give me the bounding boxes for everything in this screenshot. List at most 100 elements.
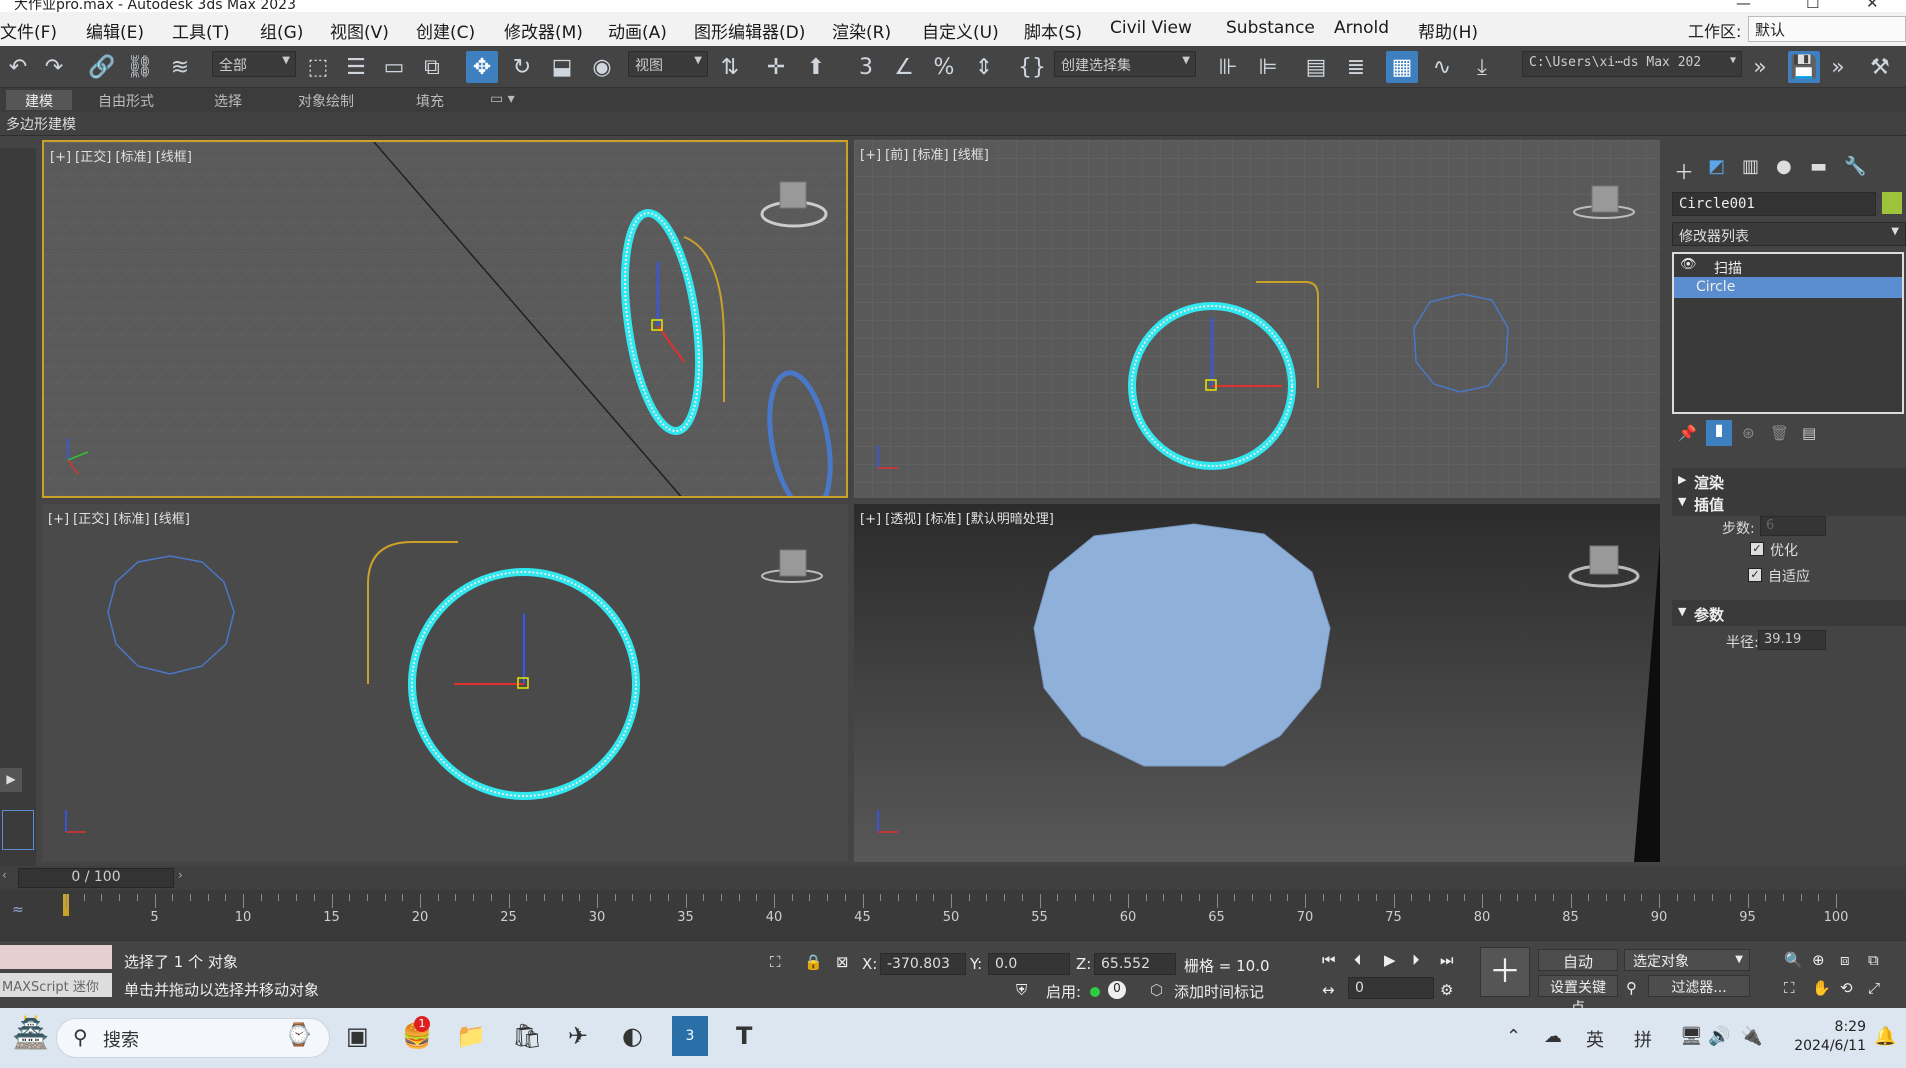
- orbit-icon[interactable]: ⟲: [1840, 979, 1853, 997]
- 3dsmax-taskbar-icon[interactable]: 3: [672, 1016, 708, 1056]
- rollout-interpolation[interactable]: ▼ 插值: [1672, 490, 1906, 516]
- layer-explorer-icon[interactable]: ≣: [1340, 51, 1372, 83]
- auto-key-button[interactable]: 自动: [1538, 949, 1618, 971]
- viewport-top-left-label[interactable]: [+] [正交] [标准] [线框]: [50, 146, 192, 165]
- polygon-modeling-label[interactable]: 多边形建模: [6, 114, 76, 134]
- menu-modifiers[interactable]: 修改器(M): [504, 18, 583, 43]
- y-coordinate-field[interactable]: 0.0: [988, 953, 1070, 975]
- system-clock[interactable]: 8:29 2024/6/11: [1786, 1018, 1866, 1056]
- utilities-tab-icon[interactable]: 🔧: [1844, 156, 1866, 177]
- notifications-icon[interactable]: 🔔: [1874, 1026, 1896, 1047]
- zoom-all-icon[interactable]: ⊕: [1812, 951, 1825, 969]
- bind-space-warp-icon[interactable]: ≋: [164, 51, 196, 83]
- link-icon[interactable]: 🔗: [86, 51, 118, 83]
- move-icon[interactable]: ✥: [466, 51, 498, 83]
- menu-rendering[interactable]: 渲染(R): [832, 18, 891, 43]
- named-selection-dropdown[interactable]: 创建选择集 ▼: [1054, 51, 1196, 77]
- store-icon[interactable]: 🛍: [512, 1022, 542, 1050]
- tab-populate[interactable]: 填充: [404, 90, 456, 110]
- redo-icon[interactable]: ↷: [38, 51, 70, 83]
- align-icon[interactable]: ⊫: [1252, 51, 1284, 83]
- go-to-start-icon[interactable]: ⏮: [1322, 951, 1336, 969]
- time-slider[interactable]: 0 / 100: [18, 868, 174, 888]
- add-time-tag-button[interactable]: 添加时间标记: [1174, 981, 1264, 1002]
- typora-icon[interactable]: T: [736, 1022, 752, 1050]
- file-explorer-icon[interactable]: 📁: [456, 1022, 486, 1050]
- workspace-dropdown[interactable]: 默认: [1748, 16, 1906, 42]
- tab-selection[interactable]: 选择: [202, 90, 254, 110]
- isolate-selection-icon[interactable]: ⛶: [770, 953, 781, 971]
- ribbon-options-icon[interactable]: ▭ ▾: [478, 90, 527, 110]
- minimize-button[interactable]: —: [1736, 0, 1751, 12]
- taskbar-search[interactable]: ⚲ 搜索 ⌚: [56, 1018, 330, 1058]
- motion-tab-icon[interactable]: ●: [1776, 156, 1792, 177]
- scene-explorer-icon[interactable]: ▤: [1300, 51, 1332, 83]
- object-color-swatch[interactable]: [1882, 192, 1902, 214]
- curve-editor-icon[interactable]: ∿: [1426, 51, 1458, 83]
- stack-item-sweep[interactable]: 👁 扫描: [1674, 256, 1902, 277]
- viewport-bottom-left[interactable]: [+] [正交] [标准] [线框]: [42, 504, 848, 862]
- maximize-viewport-icon[interactable]: ⤢: [1868, 979, 1880, 997]
- play-icon[interactable]: ▶: [1384, 951, 1396, 969]
- feishu-icon[interactable]: ✈: [568, 1022, 588, 1050]
- tab-object-paint[interactable]: 对象绘制: [286, 90, 366, 110]
- maximize-button[interactable]: ☐: [1806, 0, 1819, 12]
- show-hidden-icons-icon[interactable]: ⌃: [1506, 1026, 1521, 1047]
- go-to-end-icon[interactable]: ⏭: [1440, 951, 1454, 969]
- menu-tools[interactable]: 工具(T): [172, 18, 230, 43]
- create-tab-icon[interactable]: ＋: [1674, 156, 1694, 185]
- key-filters-button[interactable]: 过滤器...: [1648, 975, 1750, 997]
- set-key-big-button[interactable]: ＋: [1480, 947, 1530, 997]
- menu-view[interactable]: 视图(V): [330, 18, 389, 43]
- maxscript-mini-listener[interactable]: MAXScript 迷你: [0, 973, 112, 997]
- next-key-icon[interactable]: ⏵: [1412, 951, 1420, 969]
- undo-icon[interactable]: ↶: [2, 51, 34, 83]
- enable-count-badge[interactable]: 0: [1108, 981, 1126, 999]
- curve-editor-mini-icon[interactable]: ≈: [12, 902, 24, 918]
- expand-strip-icon[interactable]: ▶: [0, 768, 22, 792]
- more-tools-icon[interactable]: »: [1744, 51, 1776, 83]
- tool-icon[interactable]: ⚒: [1864, 51, 1896, 83]
- menu-group[interactable]: 组(G): [260, 18, 303, 43]
- spinner-snap-icon[interactable]: ⇕: [968, 51, 1000, 83]
- menu-substance[interactable]: Substance: [1226, 18, 1315, 38]
- key-filters-icon[interactable]: ⚲: [1626, 979, 1637, 997]
- zoom-extents-icon[interactable]: ⧈: [1840, 951, 1850, 969]
- optimize-checkbox[interactable]: ✓: [1750, 542, 1764, 556]
- unlink-icon[interactable]: ⛓: [124, 51, 156, 83]
- configure-sets-icon[interactable]: ▤: [1802, 424, 1816, 442]
- percent-snap-icon[interactable]: %: [928, 51, 960, 83]
- viewport-bottom-right-label[interactable]: [+] [透视] [标准] [默认明暗处理]: [860, 508, 1054, 527]
- menu-customize[interactable]: 自定义(U): [922, 18, 999, 43]
- project-path-dropdown[interactable]: C:\Users\xi⋯ds Max 202 ▼: [1522, 51, 1742, 77]
- snaps-toggle-icon[interactable]: 3: [850, 51, 882, 83]
- viewport-layout-icon[interactable]: [2, 810, 34, 850]
- adaptive-degradation-icon[interactable]: ⛨: [1016, 981, 1027, 999]
- time-tag-icon[interactable]: ⬡: [1150, 981, 1163, 999]
- select-by-name-icon[interactable]: ☰: [340, 51, 372, 83]
- adaptive-checkbox[interactable]: ✓: [1748, 568, 1762, 582]
- remove-modifier-icon[interactable]: 🗑: [1770, 424, 1789, 442]
- menu-file[interactable]: 文件(F): [0, 18, 57, 43]
- make-unique-icon[interactable]: ⊛: [1742, 424, 1755, 442]
- pin-stack-icon[interactable]: 📌: [1678, 424, 1697, 442]
- steps-spinner[interactable]: 6: [1760, 516, 1826, 536]
- set-key-button[interactable]: 设置关键点: [1538, 975, 1618, 1016]
- maxscript-listener-input[interactable]: [0, 945, 112, 969]
- viewport-bottom-right[interactable]: [+] [透视] [标准] [默认明暗处理]: [854, 504, 1660, 862]
- object-name-field[interactable]: Circle001: [1672, 192, 1876, 216]
- ribbon-toggle-icon[interactable]: ▦: [1386, 51, 1418, 83]
- menu-edit[interactable]: 编辑(E): [86, 18, 144, 43]
- menu-scripting[interactable]: 脚本(S): [1024, 18, 1082, 43]
- rect-selection-icon[interactable]: ▭: [378, 51, 410, 83]
- angle-snap-icon[interactable]: ∠: [888, 51, 920, 83]
- selection-filter-dropdown[interactable]: 全部 ▼: [212, 51, 296, 77]
- lock-selection-icon[interactable]: 🔒: [804, 953, 823, 971]
- menu-help[interactable]: 帮助(H): [1418, 18, 1478, 43]
- ime-language[interactable]: 英: [1586, 1026, 1604, 1052]
- rollout-parameters[interactable]: ▼ 参数: [1672, 600, 1906, 626]
- menu-civil-view[interactable]: Civil View: [1110, 18, 1192, 38]
- viewport-top-left[interactable]: [+] [正交] [标准] [线框]: [42, 140, 848, 498]
- prev-key-icon[interactable]: ⏴: [1354, 951, 1362, 969]
- pivot-center-icon[interactable]: ⇅: [714, 51, 746, 83]
